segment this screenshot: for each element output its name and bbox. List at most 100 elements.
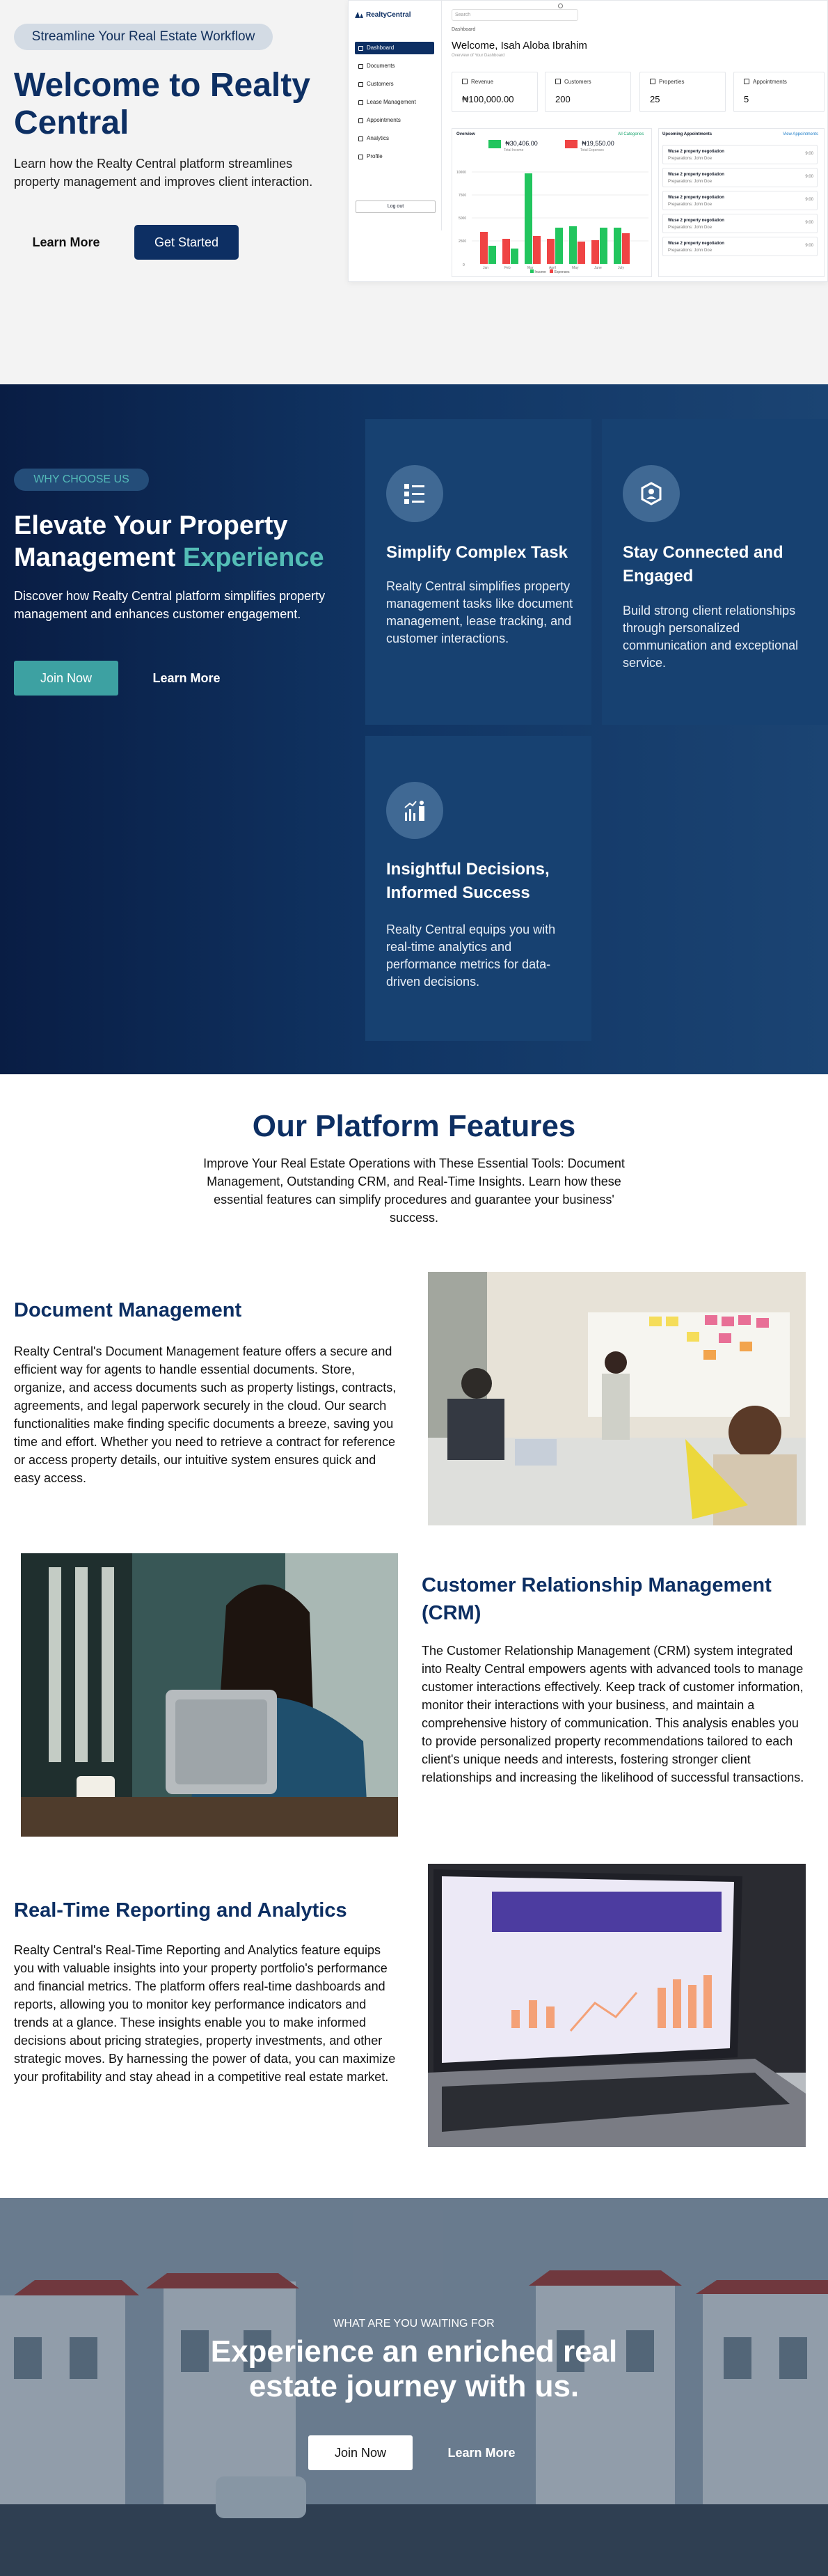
svg-text:Feb: Feb: [504, 266, 511, 270]
bar: [600, 228, 607, 264]
properties-value: 25: [650, 94, 660, 104]
appointment-time: 9:00: [805, 175, 813, 179]
bar: [547, 239, 555, 264]
learn-more-button[interactable]: Learn More: [14, 225, 118, 260]
revenue-card: Revenue ₦100,000.00: [452, 72, 538, 112]
logo-text: RealtyCentral: [366, 11, 411, 19]
why-choose-us-section: WHY CHOOSE US Elevate Your Property Mana…: [0, 384, 828, 1074]
get-started-button[interactable]: Get Started: [134, 225, 239, 260]
bar: [614, 228, 621, 264]
appointment-title: Wuse 2 property negotiation: [668, 242, 724, 246]
income-value: ₦30,406.00: [505, 140, 538, 148]
properties-label: Properties: [650, 79, 684, 85]
customers-label: Customers: [555, 79, 591, 85]
analytics-laptop-image: [428, 1864, 806, 2147]
svg-text:2500: 2500: [459, 239, 466, 244]
platform-features-section: Our Platform Features Improve Your Real …: [0, 1074, 828, 2198]
nav-item-appointments[interactable]: Appointments: [355, 114, 434, 127]
chart-title: Overview: [456, 132, 475, 136]
bar: [555, 228, 563, 264]
view-appointments-link[interactable]: View Appointments: [783, 132, 818, 136]
income-expense-chart: Overview All Categories ₦30,406.00 Total…: [452, 128, 652, 277]
income-summary: ₦30,406.00 Total Income: [488, 140, 538, 152]
svg-text:Jan: Jan: [483, 266, 488, 270]
learn-more-button[interactable]: Learn More: [134, 661, 239, 696]
svg-text:7500: 7500: [459, 194, 466, 198]
feature-card-title: Simplify Complex Task: [386, 543, 568, 562]
feature-card-simplify: Simplify Complex Task Realty Central sim…: [365, 419, 591, 725]
customers-value: 200: [555, 94, 571, 104]
income-label: Total Income: [504, 148, 524, 152]
feature-card-connected: Stay Connected and Engaged Build strong …: [602, 419, 828, 725]
svg-text:10000: 10000: [456, 171, 466, 175]
join-now-button[interactable]: Join Now: [14, 661, 118, 696]
hero-section: Streamline Your Real Estate Workflow Wel…: [0, 0, 828, 384]
cta-section: WHAT ARE YOU WAITING FOR Experience an e…: [0, 2198, 828, 2576]
team-meeting-photo: [428, 1272, 806, 1525]
analytics-title: Real-Time Reporting and Analytics: [14, 1899, 347, 1922]
list-icon: [386, 465, 443, 522]
revenue-label: Revenue: [462, 79, 493, 85]
appointment-title: Wuse 2 property negotiation: [668, 196, 724, 200]
crm-body: The Customer Relationship Management (CR…: [422, 1644, 804, 1784]
bar: [488, 246, 496, 264]
appointment-item[interactable]: Wuse 2 property negotiation Preparations…: [662, 191, 818, 210]
appointment-item[interactable]: Wuse 2 property negotiation Preparations…: [662, 214, 818, 233]
dashboard-welcome: Welcome, Isah Aloba Ibrahim: [452, 40, 587, 52]
appointment-person: Preparations: John Doe: [668, 226, 712, 230]
svg-text:5000: 5000: [459, 217, 466, 221]
bar: [511, 249, 518, 264]
appointment-item[interactable]: Wuse 2 property negotiation Preparations…: [662, 237, 818, 256]
nav-item-profile[interactable]: Profile: [355, 150, 434, 163]
appointment-item[interactable]: Wuse 2 property negotiation Preparations…: [662, 145, 818, 164]
user-badge-icon-svg: [641, 482, 662, 505]
logout-button[interactable]: Log out: [356, 201, 436, 213]
nav-item-documents[interactable]: Documents: [355, 60, 434, 72]
chart-legend: Income Expenses: [530, 269, 570, 274]
why-subtitle: Discover how Realty Central platform sim…: [14, 589, 326, 621]
appointments-title: Upcoming Appointments: [662, 132, 712, 136]
appointment-person: Preparations: John Doe: [668, 249, 712, 253]
expense-value: ₦19,550.00: [582, 140, 614, 148]
features-title: Our Platform Features: [252, 1109, 576, 1143]
user-badge-icon: [623, 465, 680, 522]
appointment-title: Wuse 2 property negotiation: [668, 219, 724, 223]
join-now-button[interactable]: Join Now: [308, 2435, 413, 2470]
crm-title: Customer Relationship Management (CRM): [422, 1574, 772, 1624]
bar: [480, 232, 488, 264]
learn-more-button[interactable]: Learn More: [429, 2435, 534, 2470]
document-management-body: Realty Central's Document Management fea…: [14, 1344, 397, 1485]
woman-laptop-photo: [21, 1553, 398, 1837]
feature-card-insightful: Insightful Decisions, Informed Success R…: [365, 736, 591, 1041]
analytics-laptop-photo: [428, 1864, 806, 2147]
analytics-person-icon-svg: [404, 801, 424, 821]
feature-card-title: Insightful Decisions, Informed Success: [386, 860, 550, 902]
expense-swatch: [565, 140, 578, 148]
chart-filter-dropdown[interactable]: All Categories: [618, 132, 644, 136]
nav-item-customers[interactable]: Customers: [355, 78, 434, 91]
appointment-time: 9:00: [805, 152, 813, 156]
feature-card-body: Build strong client relationships throug…: [623, 604, 799, 670]
appointment-time: 9:00: [805, 221, 813, 225]
appointment-title: Wuse 2 property negotiation: [668, 150, 724, 154]
document-management-title: Document Management: [14, 1299, 242, 1321]
appointments-list: Upcoming Appointments View Appointments …: [658, 128, 825, 277]
nav-item-analytics[interactable]: Analytics: [355, 132, 434, 145]
expense-label: Total Expenses: [580, 148, 604, 152]
appointment-person: Preparations: John Doe: [668, 203, 712, 207]
bar: [533, 236, 541, 264]
nav-item-dashboard[interactable]: Dashboard: [355, 42, 434, 54]
appointment-time: 9:00: [805, 198, 813, 202]
svg-text:0: 0: [463, 263, 465, 267]
appointment-item[interactable]: Wuse 2 property negotiation Preparations…: [662, 168, 818, 187]
svg-text:July: July: [618, 266, 624, 270]
search-input[interactable]: Search: [452, 9, 578, 21]
why-title: Elevate Your Property Management Experie…: [14, 510, 362, 574]
nav-item-lease-management[interactable]: Lease Management: [355, 96, 434, 109]
properties-card: Properties 25: [639, 72, 726, 112]
why-badge: WHY CHOOSE US: [14, 469, 149, 491]
dashboard-main: Search Dashboard Welcome, Isah Aloba Ibr…: [442, 1, 828, 283]
analytics-person-icon: [386, 782, 443, 839]
feature-card-title: Stay Connected and Engaged: [623, 543, 783, 586]
cta-eyebrow: WHAT ARE YOU WAITING FOR: [333, 2318, 495, 2330]
